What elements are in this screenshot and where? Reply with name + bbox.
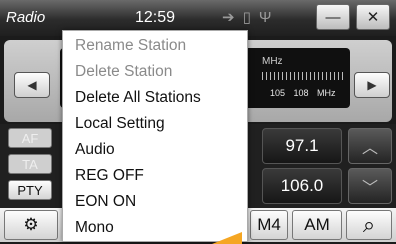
pty-button[interactable]: PTY bbox=[8, 180, 52, 200]
menu-item-reg-off[interactable]: REG OFF bbox=[75, 167, 144, 185]
band-unit-label: MHz bbox=[262, 56, 283, 67]
preset-button[interactable]: 97.1 bbox=[262, 128, 342, 164]
phone-icon: ▯ bbox=[242, 9, 251, 26]
frequency-scale-labels: 105 108 MHz bbox=[270, 88, 336, 98]
menu-item-delete-station[interactable]: Delete Station bbox=[75, 63, 172, 81]
seek-prev-button[interactable]: ◀ bbox=[14, 72, 50, 98]
menu-item-mono[interactable]: Mono bbox=[75, 219, 114, 237]
close-button[interactable]: ✕ bbox=[356, 4, 390, 30]
menu-item-audio[interactable]: Audio bbox=[75, 141, 115, 159]
menu-item-delete-all-stations[interactable]: Delete All Stations bbox=[75, 89, 201, 107]
scroll-up-button[interactable]: ︿ bbox=[348, 128, 392, 164]
app-title: Radio bbox=[6, 9, 46, 26]
radio-signal-icon: ➔ bbox=[222, 9, 235, 26]
menu-item-rename-station[interactable]: Rename Station bbox=[75, 37, 186, 55]
am-band-button[interactable]: AM bbox=[292, 210, 342, 240]
menu-pointer-indicator bbox=[212, 232, 242, 244]
settings-gear-icon[interactable]: ⚙ bbox=[4, 210, 58, 240]
af-button[interactable]: AF bbox=[8, 128, 52, 148]
menu-item-local-setting[interactable]: Local Setting bbox=[75, 115, 165, 133]
ta-button[interactable]: TA bbox=[8, 154, 52, 174]
scroll-down-button[interactable]: ﹀ bbox=[348, 168, 392, 204]
status-icons: ➔ ▯ Ψ bbox=[222, 8, 279, 26]
clock: 12:59 bbox=[135, 9, 176, 26]
band-m4-button[interactable]: M4 bbox=[250, 210, 288, 240]
options-menu: Rename Station Delete Station Delete All… bbox=[62, 30, 248, 242]
menu-item-eon-on[interactable]: EON ON bbox=[75, 193, 136, 211]
frequency-scale[interactable] bbox=[262, 72, 346, 80]
usb-icon: Ψ bbox=[258, 9, 272, 26]
preset-button[interactable]: 106.0 bbox=[262, 168, 342, 204]
minimize-button[interactable]: — bbox=[316, 4, 350, 30]
search-icon[interactable]: ⌕ bbox=[346, 210, 392, 240]
seek-next-button[interactable]: ▶ bbox=[354, 72, 390, 98]
